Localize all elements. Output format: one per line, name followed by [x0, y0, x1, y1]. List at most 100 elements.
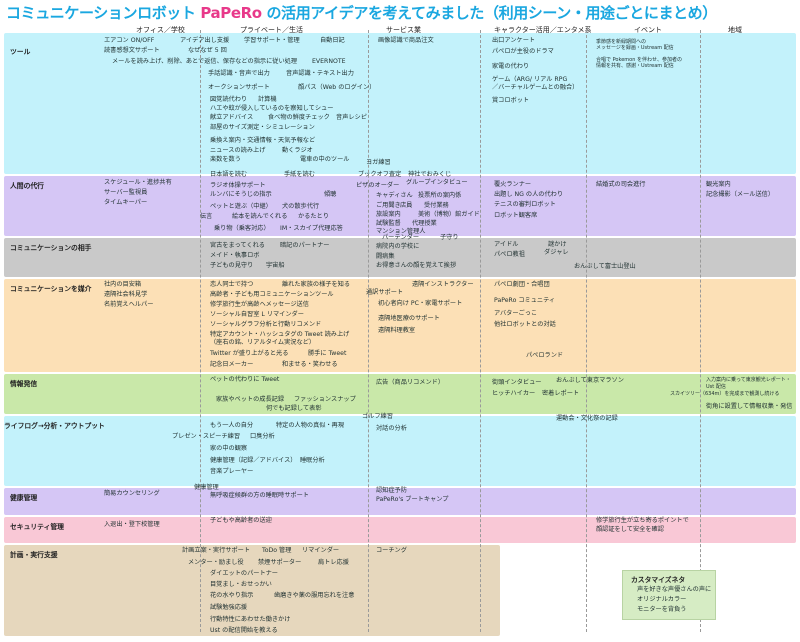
idea-item: 子どもの見守り [210, 262, 254, 269]
idea-item: Ust 配信 [706, 384, 726, 390]
column-divider [700, 30, 701, 632]
idea-item: 食べ物の鮮度チェック [268, 114, 330, 121]
idea-item: 自動日記 [320, 37, 345, 44]
idea-item: 図覚読代わり [210, 96, 248, 103]
idea-item: 賞コロボット [492, 97, 530, 104]
idea-item: 勝手に Tweet [308, 350, 347, 357]
idea-item: 部屋のサイズ測定・シミュレーション [210, 124, 315, 131]
column-divider [480, 30, 481, 632]
idea-item: 日本語を読む [210, 171, 248, 178]
idea-item: ソーシャルグラフ分析と行動リコメンド [210, 321, 322, 328]
idea-item: 修学旅行生が立ち寄るポイントで [596, 517, 689, 524]
idea-item: 献立アドバイス [210, 114, 254, 121]
idea-item: 美術（博物）館ガイド [418, 211, 480, 218]
idea-item: グループインタビュー [406, 179, 468, 186]
idea-item: 神社でおみくじ [408, 171, 452, 178]
idea-item: ブックオフ査定 [358, 171, 402, 178]
idea-item: 口臭分析 [250, 433, 275, 440]
idea-item: ルンバにそうじの指示 [210, 191, 272, 198]
idea-item: 投票所の案内係 [418, 192, 462, 199]
idea-item: 離れた家族の様子を知る [282, 281, 351, 288]
idea-item: テニスの審判ロボット [494, 201, 556, 208]
idea-item: 謎かけ [548, 241, 567, 248]
idea-item: 電車の中のツール [300, 156, 350, 163]
customize-note: カスタマイズネタ 声を好きな声優さんの声に オリジナルカラー モニターを背負う [622, 570, 716, 620]
idea-item: 通訳サポート [366, 289, 404, 296]
idea-item: アイドル [494, 241, 519, 248]
idea-item: 楽数を数う [210, 156, 241, 163]
idea-item: 家電の代わり [492, 63, 530, 70]
customize-note-line: モニターを背負う [637, 606, 687, 613]
idea-item: 名前覚えヘルパー [104, 301, 154, 308]
idea-item: 修学旅行生が高齢ヘメッセージ送信 [210, 301, 309, 308]
idea-item: 健康管理（記録／アドバイス） [210, 457, 297, 464]
idea-item: 計画立案・実行サポート [182, 547, 251, 554]
title-rest: の活用アイデアを考えてみました（利用シーン・用途ごとにまとめ） [261, 4, 717, 22]
idea-item: ご用聞き [376, 202, 401, 209]
idea-item: （座右の銘、リアルタイム実況など） [210, 339, 316, 346]
idea-item: 音楽プレーヤー [210, 468, 254, 475]
idea-item: 子どもや高齢者の送迎 [210, 517, 272, 524]
idea-item: タイムキーパー [104, 199, 148, 206]
idea-item: ペットと遊ぶ（中継） [210, 203, 272, 210]
idea-item: おんぶして富士山登山 [574, 263, 636, 270]
idea-item: パーテンダー [382, 234, 420, 241]
idea-item: 簡易カウンセリング [104, 490, 160, 497]
row-label-information: 情報発信 [10, 380, 38, 388]
idea-item: 肩トレ応援 [318, 559, 349, 566]
idea-item: 動くラジオ [282, 147, 313, 154]
idea-item: 睡眠分析 [300, 457, 325, 464]
idea-item: 遠隔料理教室 [378, 327, 416, 334]
idea-item: 花の水やり指示 [210, 592, 254, 599]
idea-item: 家族やペットの成長記録 [216, 396, 285, 403]
customize-note-line: 声を好きな声優さんの声に [637, 586, 712, 593]
idea-item: 歯磨きや薬の服用忘れを注意 [274, 592, 355, 599]
idea-item: 情報を共有、感謝・Ustream 配信 [596, 63, 674, 69]
idea-item: エアコン ON/OFF [104, 37, 155, 44]
idea-item: 試験勉強応援 [210, 604, 248, 611]
idea-item: 他社ロボットとの対話 [494, 321, 556, 328]
idea-item: 街角に設置して情報収集・発信 [706, 403, 793, 410]
idea-item: 入退出・登下校管理 [104, 521, 160, 528]
idea-item: 特定アカウント・ハッシュタグの Tweet 読み上げ [210, 331, 350, 338]
idea-item: 認知症予防 [376, 487, 407, 494]
idea-item: 結婚式の司会進行 [596, 181, 646, 188]
idea-item: もう一人の自分 [210, 422, 254, 429]
idea-item: 密着レポート [542, 390, 580, 397]
idea-item: ピザのオーダー [356, 182, 400, 189]
idea-item: 傾聴 [324, 191, 337, 198]
idea-item: ハエや蚊が侵入しているのを察知してシュー [210, 105, 334, 112]
idea-item: パペロが主役のドラマ [492, 48, 554, 55]
idea-item: メイド・執事ロボ [210, 252, 260, 259]
idea-item: お得意さんの顔を覚えて挨拶 [376, 262, 457, 269]
idea-item: 初心者向け PC・家電サポート [378, 300, 463, 307]
idea-item: 何でも記録して表彰 [266, 405, 322, 412]
idea-item: プレゼン・スピーチ練習 [172, 433, 241, 440]
idea-item: 記念撮影（メール送信） [706, 191, 775, 198]
idea-item: Twitter が盛り上がると光る [210, 350, 289, 357]
idea-item: 顔認証をして安全を確認 [596, 526, 664, 533]
idea-item: 乗換え案内・交通情報・天気予報など [210, 137, 316, 144]
idea-item: 絵本を読んでくれる [232, 213, 288, 220]
idea-item: 手紙を読む [284, 171, 315, 178]
idea-item: ソーシャル自習室 L リマインダー [210, 311, 304, 318]
idea-item: パペロ劇団・合唱団 [494, 281, 550, 288]
idea-item: 子守り [440, 234, 459, 241]
idea-item: ヨガ練習 [366, 159, 391, 166]
idea-item: 出題し NG の人の代わり [494, 191, 564, 198]
idea-item: ロボット観客席 [494, 212, 538, 219]
idea-item: かるたとり [298, 213, 329, 220]
idea-item: 旅設案内 [376, 211, 401, 218]
idea-item: 広告（商品リコメンド） [376, 379, 445, 386]
idea-item: 高齢者・子ども用コミュニケーションツール [210, 291, 334, 298]
idea-item: コーチング [376, 547, 407, 554]
idea-item: 遠隔インストラクター [412, 281, 474, 288]
idea-item: 観光案内 [706, 181, 731, 188]
column-divider [368, 30, 369, 632]
idea-item: 街頭インタビュー [492, 379, 542, 386]
idea-item: 計算機 [258, 96, 277, 103]
idea-item: ゴルフ練習 [362, 413, 393, 420]
idea-item: メンター・励まし役 [188, 559, 244, 566]
column-divider [586, 30, 587, 632]
idea-item: ゲーム（ARG/ リアル RPG [492, 76, 568, 83]
